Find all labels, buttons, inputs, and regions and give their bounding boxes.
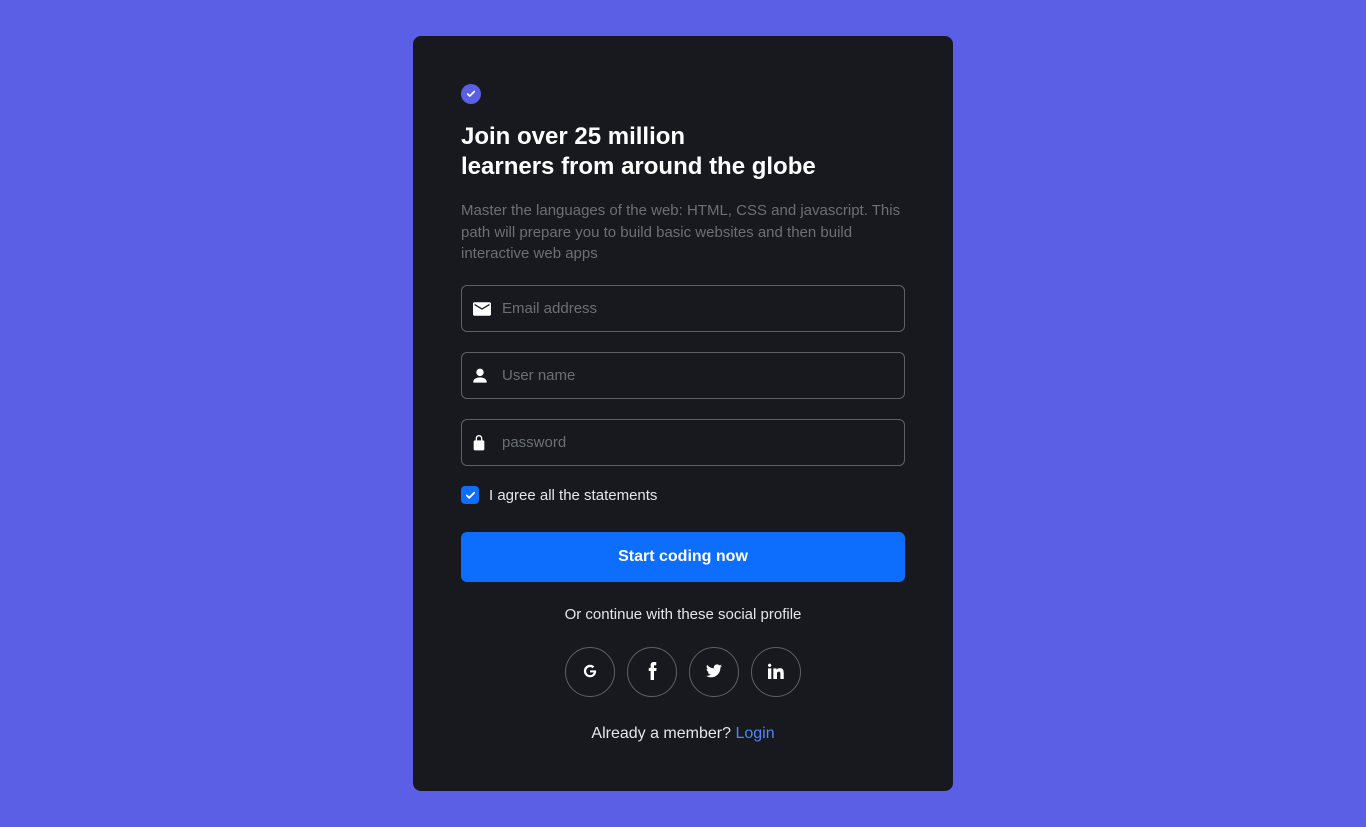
facebook-button[interactable] <box>627 647 677 697</box>
lock-icon <box>473 435 485 451</box>
password-field[interactable] <box>461 419 905 466</box>
linkedin-icon <box>768 663 784 682</box>
linkedin-button[interactable] <box>751 647 801 697</box>
username-field-wrap <box>461 352 905 399</box>
password-field-wrap <box>461 419 905 466</box>
user-icon <box>473 368 487 384</box>
social-buttons <box>461 647 905 697</box>
agree-label: I agree all the statements <box>489 487 657 504</box>
login-prefix: Already a member? <box>591 725 735 742</box>
heading-line-1: Join over 25 million <box>461 123 685 150</box>
twitter-button[interactable] <box>689 647 739 697</box>
check-badge-icon <box>461 84 481 104</box>
login-link[interactable]: Login <box>735 725 774 742</box>
email-field[interactable] <box>461 285 905 332</box>
email-field-wrap <box>461 285 905 332</box>
submit-button[interactable]: Start coding now <box>461 532 905 582</box>
subtitle: Master the languages of the web: HTML, C… <box>461 200 905 265</box>
agree-row: I agree all the statements <box>461 486 905 504</box>
page-title: Join over 25 million learners from aroun… <box>461 122 905 182</box>
agree-checkbox[interactable] <box>461 486 479 504</box>
login-row: Already a member? Login <box>461 725 905 743</box>
envelope-icon <box>473 302 491 316</box>
social-continue-label: Or continue with these social profile <box>461 606 905 623</box>
facebook-icon <box>648 662 657 683</box>
google-icon <box>582 663 598 682</box>
twitter-icon <box>706 664 722 681</box>
google-button[interactable] <box>565 647 615 697</box>
signup-card: Join over 25 million learners from aroun… <box>413 36 953 791</box>
username-field[interactable] <box>461 352 905 399</box>
heading-line-2: learners from around the globe <box>461 153 816 180</box>
